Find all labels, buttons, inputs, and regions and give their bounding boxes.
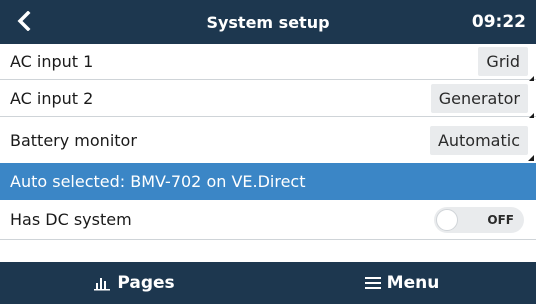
title-bar: System setup 09:22 — [0, 0, 536, 44]
battery-monitor-label: Battery monitor — [10, 131, 137, 150]
menu-label: Menu — [386, 273, 440, 293]
bar-chart-icon — [94, 278, 111, 291]
battery-monitor-value[interactable]: Automatic — [429, 126, 534, 161]
ac-input-1-row[interactable]: AC input 1 Grid — [0, 44, 536, 82]
dropdown-corner-icon — [528, 149, 534, 161]
menu-button[interactable]: Menu — [268, 262, 536, 304]
ac-input-2-row[interactable]: AC input 2 Generator — [0, 81, 536, 119]
ac-input-1-value[interactable]: Grid — [478, 47, 534, 82]
pages-button[interactable]: Pages — [0, 262, 268, 304]
clock: 09:22 — [471, 12, 526, 32]
ac-input-2-value-text: Generator — [438, 89, 520, 108]
bottom-nav: Pages Menu — [0, 262, 536, 304]
ac-input-1-label: AC input 1 — [10, 52, 94, 71]
pages-label: Pages — [117, 273, 175, 293]
has-dc-system-label: Has DC system — [10, 210, 132, 229]
battery-monitor-row[interactable]: Battery monitor Automatic — [0, 118, 536, 163]
battery-monitor-value-text: Automatic — [437, 131, 520, 150]
auto-selected-row[interactable]: Auto selected: BMV-702 on VE.Direct — [0, 163, 536, 200]
page-title: System setup — [206, 12, 330, 32]
has-dc-system-toggle[interactable]: OFF — [434, 206, 524, 233]
toggle-knob — [436, 208, 458, 231]
toggle-state-label: OFF — [487, 212, 514, 227]
auto-selected-label: Auto selected: BMV-702 on VE.Direct — [10, 172, 306, 191]
ac-input-2-label: AC input 2 — [10, 89, 94, 108]
hamburger-icon — [364, 277, 381, 289]
has-dc-system-row[interactable]: Has DC system OFF — [0, 200, 536, 240]
ac-input-1-value-text: Grid — [486, 52, 520, 71]
ac-input-2-value[interactable]: Generator — [430, 84, 534, 119]
